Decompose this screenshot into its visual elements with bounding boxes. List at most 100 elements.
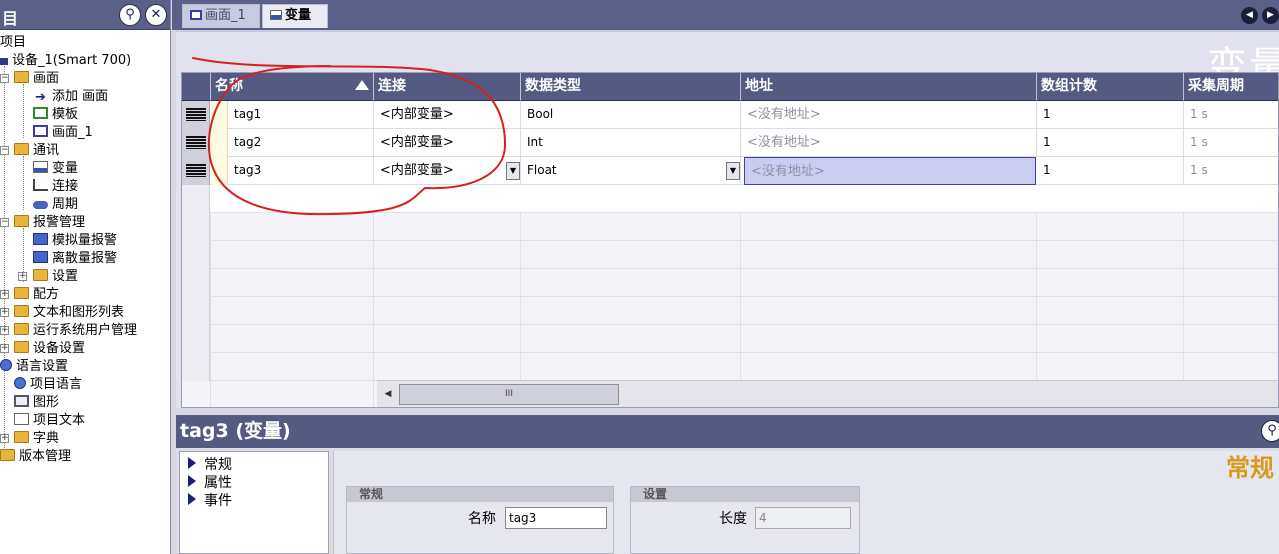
column-header-array-count[interactable]: 数组计数 (1037, 73, 1184, 101)
tree-item-add-screen[interactable]: ➔ 添加 画面 (33, 88, 108, 106)
table-row-selected[interactable]: tag3 <内部变量> ▼ Float ▼ <没有地址> 1 1 s (182, 157, 1278, 185)
cell-datatype[interactable]: Bool (521, 101, 741, 129)
column-header-address[interactable]: 地址 (741, 73, 1037, 101)
tab-variables[interactable]: 变量 (262, 4, 328, 28)
name-field[interactable]: tag3 (505, 507, 607, 529)
column-header-label: 地址 (745, 78, 773, 94)
tab-scroll-right-icon[interactable]: ▶ (1262, 7, 1279, 24)
expand-icon[interactable]: + (0, 326, 9, 335)
tree-item-dictionaries[interactable]: 字典 (14, 430, 59, 448)
cell-connection[interactable]: <内部变量> (374, 101, 521, 129)
folder-icon (14, 71, 29, 83)
cell-acquisition-cycle[interactable]: 1 s (1184, 129, 1278, 157)
empty-row (182, 325, 1278, 353)
row-selector[interactable] (182, 101, 210, 129)
pin-icon[interactable]: ⚲ (1261, 420, 1279, 442)
horizontal-scrollbar[interactable]: ◀ III (377, 380, 1278, 407)
cell-datatype[interactable]: Int (521, 129, 741, 157)
tree-item-project-languages[interactable]: 项目语言 (14, 376, 82, 394)
tree-item-label: 设备_1(Smart 700) (12, 53, 132, 68)
column-header-connection[interactable]: 连接 (374, 73, 521, 101)
variable-icon (33, 161, 48, 173)
connection-dropdown-icon[interactable]: ▼ (506, 162, 520, 180)
cell-datatype[interactable]: Float (521, 157, 741, 185)
cell-address[interactable]: <没有地址> (741, 129, 1037, 157)
cell-name[interactable]: tag2 (228, 129, 374, 157)
tree-item-screens[interactable]: 画面 (14, 70, 59, 88)
tree-item-version-management[interactable]: 版本管理 (0, 448, 71, 466)
cell-array-count[interactable]: 1 (1037, 157, 1184, 185)
row-marker (211, 157, 228, 185)
tree-item-label: 项目语言 (30, 377, 83, 392)
cell-acquisition-cycle[interactable]: 1 s (1184, 157, 1278, 185)
cell-address[interactable]: <没有地址> (741, 101, 1037, 129)
folder-icon (14, 287, 29, 299)
tree-item-label: 配方 (33, 287, 60, 302)
tree-item-runtime-users[interactable]: 运行系统用户管理 (14, 322, 137, 340)
expand-icon[interactable]: + (0, 308, 9, 317)
cell-connection[interactable]: <内部变量> (374, 129, 521, 157)
cell-array-count[interactable]: 1 (1037, 129, 1184, 157)
tree-item-project[interactable]: 项目 (0, 34, 26, 52)
column-header-acquisition-cycle[interactable]: 采集周期 (1184, 73, 1278, 101)
arrow-right-icon (188, 457, 196, 469)
cell-name[interactable]: tag3 (228, 157, 374, 185)
expand-icon[interactable]: + (18, 272, 27, 281)
properties-body: 常规 常规 名称 tag3 设置 长度 4 (333, 451, 1279, 554)
expand-icon[interactable]: + (0, 290, 9, 299)
tree-item-analog-alarms[interactable]: 模拟量报警 (33, 232, 117, 250)
column-header-name[interactable]: 名称 (211, 73, 374, 101)
row-selector (182, 353, 210, 381)
tree-item-project-texts[interactable]: 项目文本 (14, 412, 85, 430)
folder-icon (14, 431, 29, 443)
cell-connection[interactable]: <内部变量> (374, 157, 521, 185)
collapse-icon[interactable]: − (0, 146, 9, 155)
row-selector[interactable] (182, 129, 210, 157)
row-selector[interactable] (182, 157, 210, 185)
cell-address[interactable]: <没有地址> (744, 157, 1036, 185)
tree-item-template[interactable]: 模板 (33, 106, 78, 124)
globe-icon (0, 359, 12, 371)
table-row[interactable]: tag1 <内部变量> Bool <没有地址> 1 1 s (182, 101, 1278, 129)
pin-icon[interactable]: ⚲ (119, 4, 141, 26)
connection-icon (33, 179, 48, 191)
tree-item-device[interactable]: 设备_1(Smart 700) (0, 52, 131, 70)
tab-screen-1[interactable]: 画面_1 (182, 4, 260, 28)
collapse-icon[interactable]: − (0, 74, 9, 83)
tree-item-alarm-settings[interactable]: 设置 (33, 268, 78, 286)
empty-row[interactable] (182, 185, 1278, 213)
expand-icon[interactable]: + (0, 344, 9, 353)
corner-header[interactable] (182, 73, 211, 101)
tree-item-variables[interactable]: 变量 (33, 160, 78, 178)
nav-item-events[interactable]: 事件 (188, 490, 232, 510)
tree-item-recipes[interactable]: 配方 (14, 286, 59, 304)
cell-acquisition-cycle[interactable]: 1 s (1184, 101, 1278, 129)
tree-item-alarm-management[interactable]: 报警管理 (14, 214, 85, 232)
datatype-dropdown-icon[interactable]: ▼ (726, 162, 740, 180)
scroll-left-icon[interactable]: ◀ (379, 385, 397, 403)
close-icon[interactable]: ✕ (145, 4, 167, 26)
tree-item-communication[interactable]: 通讯 (14, 142, 59, 160)
nav-item-properties[interactable]: 属性 (188, 472, 232, 492)
collapse-icon[interactable]: − (0, 218, 9, 227)
cell-array-count[interactable]: 1 (1037, 101, 1184, 129)
empty-row (182, 241, 1278, 269)
tree-item-language-settings[interactable]: 语言设置 (0, 358, 68, 376)
row-marker (211, 101, 228, 129)
tree-item-connections[interactable]: 连接 (33, 178, 78, 196)
tree-item-cycles[interactable]: 周期 (33, 196, 78, 214)
table-row[interactable]: tag2 <内部变量> Int <没有地址> 1 1 s (182, 129, 1278, 157)
tree-item-graphics[interactable]: 图形 (14, 394, 59, 412)
tree-item-text-graphic-lists[interactable]: 文本和图形列表 (14, 304, 124, 322)
column-header-datatype[interactable]: 数据类型 (521, 73, 741, 101)
tab-scroll-left-icon[interactable]: ◀ (1241, 7, 1258, 24)
tree-item-discrete-alarms[interactable]: 离散量报警 (33, 250, 117, 268)
editor-tab-bar: 画面_1 变量 ◀ ▶ (172, 0, 1279, 30)
row-selector[interactable] (182, 185, 210, 213)
nav-item-general[interactable]: 常规 (188, 454, 232, 474)
tree-item-device-settings[interactable]: 设备设置 (14, 340, 85, 358)
scrollbar-thumb[interactable]: III (399, 384, 619, 405)
tree-item-screen-1[interactable]: 画面_1 (33, 124, 93, 142)
cell-name[interactable]: tag1 (228, 101, 374, 129)
expand-icon[interactable]: + (0, 434, 9, 443)
